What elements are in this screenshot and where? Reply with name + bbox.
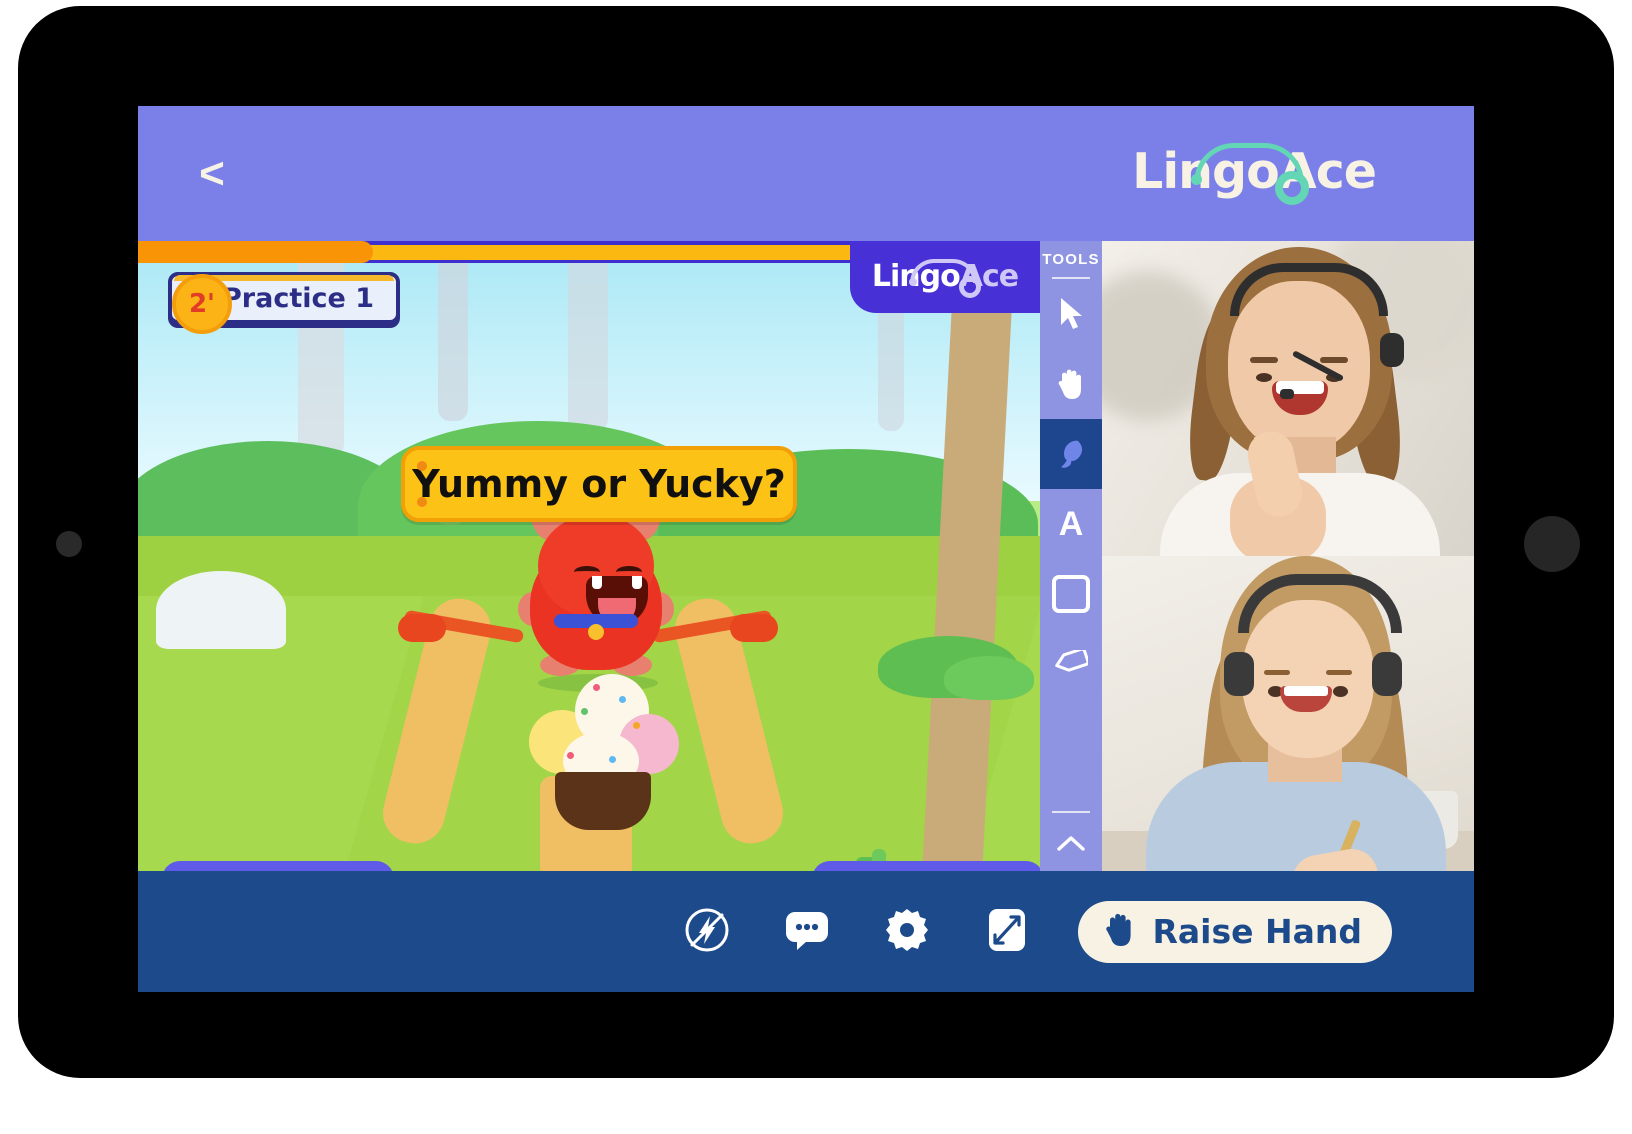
tool-shape[interactable] (1040, 559, 1102, 629)
canvas-logo-o-ring-icon (958, 276, 981, 298)
reward-button[interactable] (678, 903, 736, 961)
practice-timer: 2' (172, 274, 232, 334)
back-button[interactable]: < (182, 144, 242, 204)
lightning-bolt-circle-icon (684, 907, 730, 957)
bottom-toolbar: Raise Hand (138, 871, 1474, 992)
eraser-icon (1054, 650, 1088, 678)
lingoace-logo: LingoAce (1132, 132, 1377, 210)
content-row: Practice 1 2' LingoAce Yummy or Yucky? T… (138, 241, 1474, 871)
practice-pill: Practice 1 2' (168, 272, 400, 334)
fullscreen-button[interactable] (978, 903, 1036, 961)
settings-button[interactable] (878, 903, 936, 961)
tool-brush[interactable] (1040, 419, 1102, 489)
question-title-banner: Yummy or Yucky? (401, 446, 797, 522)
video-column (1102, 241, 1474, 871)
video-tile-student[interactable] (1102, 556, 1474, 871)
lesson-canvas[interactable]: Practice 1 2' LingoAce Yummy or Yucky? (138, 241, 1040, 871)
banner-dot-icon (417, 461, 427, 471)
expand-arrows-icon (986, 906, 1028, 958)
answer-card-yucky[interactable]: Yucky! (812, 861, 1040, 871)
tools-panel-title: TOOLS (1040, 241, 1102, 277)
tools-divider (1052, 811, 1090, 813)
chevron-up-icon (1057, 835, 1085, 853)
video-tile-teacher[interactable] (1102, 241, 1474, 556)
cursor-arrow-icon (1058, 297, 1084, 331)
scene-bush (944, 656, 1034, 700)
chat-button[interactable] (778, 903, 836, 961)
raise-hand-button[interactable]: Raise Hand (1078, 900, 1392, 963)
tool-pan[interactable] (1040, 349, 1102, 419)
banner-dot-icon (417, 497, 427, 507)
tablet-device-frame: < LingoAce Practice 1 2' LingoAce Yummy … (18, 6, 1614, 1078)
tool-text[interactable]: A (1040, 489, 1102, 559)
raised-hand-icon (1102, 911, 1138, 953)
paint-brush-icon (1056, 438, 1086, 470)
tool-eraser[interactable] (1040, 629, 1102, 699)
practice-label: Practice 1 (222, 282, 374, 314)
logo-o-ring-icon (1275, 170, 1310, 205)
square-icon (1052, 575, 1090, 613)
gear-icon (884, 907, 930, 957)
text-a-icon: A (1058, 505, 1084, 543)
progress-current-fill (138, 241, 373, 263)
tool-select[interactable] (1040, 279, 1102, 349)
tool-collapse[interactable] (1040, 817, 1102, 871)
answer-card-yummy[interactable]: ✦ ✦ ✦ Yummy! (162, 861, 394, 871)
app-header: < LingoAce (138, 106, 1474, 241)
scene-rock (156, 571, 286, 649)
cupcake-object (523, 656, 683, 836)
raise-hand-label: Raise Hand (1152, 912, 1362, 951)
canvas-lingoace-logo: LingoAce (850, 241, 1040, 313)
hand-icon (1055, 367, 1087, 401)
practice-badge: Practice 1 2' (168, 272, 400, 334)
question-title-text: Yummy or Yucky? (412, 462, 786, 506)
tablet-screen: < LingoAce Practice 1 2' LingoAce Yummy … (138, 106, 1474, 992)
tools-panel: TOOLS A (1040, 241, 1102, 871)
device-camera-dot (56, 531, 82, 557)
device-home-button (1524, 516, 1580, 572)
screenshot-stage: < LingoAce Practice 1 2' LingoAce Yummy … (0, 0, 1632, 1134)
chat-bubble-icon (783, 909, 831, 955)
tools-collapse-area (1040, 811, 1102, 871)
